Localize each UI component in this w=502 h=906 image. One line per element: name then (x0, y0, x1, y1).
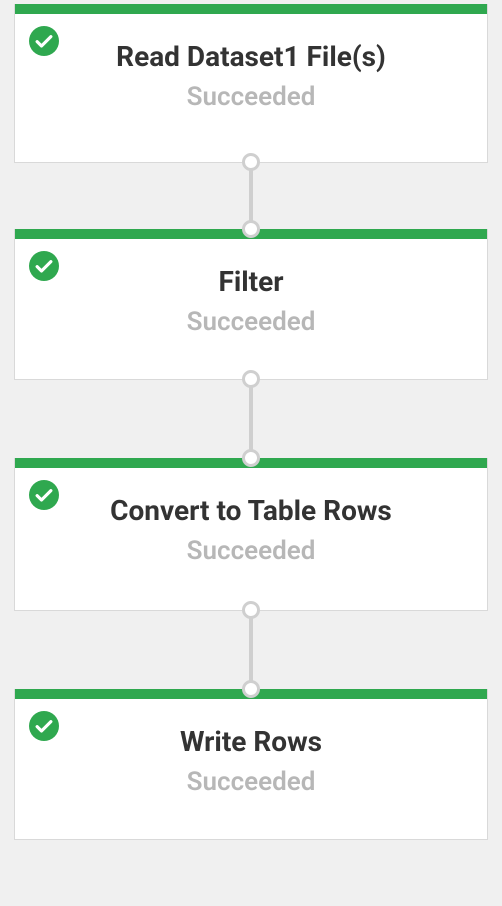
node-status-label: Succeeded (35, 767, 467, 797)
node-body: Read Dataset1 File(s) Succeeded (15, 14, 487, 162)
node-title: Write Rows (35, 725, 467, 759)
node-status-bar (15, 4, 487, 14)
node-output-port[interactable] (242, 370, 260, 388)
check-circle-icon (29, 26, 59, 56)
node-status-label: Succeeded (35, 82, 467, 112)
node-output-port[interactable] (242, 153, 260, 171)
node-body: Convert to Table Rows Succeeded (15, 468, 487, 610)
node-body: Write Rows Succeeded (15, 699, 487, 839)
node-title: Filter (35, 265, 467, 299)
pipeline-connector (249, 380, 253, 458)
check-circle-icon (29, 251, 59, 281)
node-input-port[interactable] (242, 220, 260, 238)
node-title: Read Dataset1 File(s) (35, 40, 467, 74)
pipeline-canvas: Read Dataset1 File(s) Succeeded Filter S… (0, 0, 502, 906)
node-title: Convert to Table Rows (35, 494, 467, 528)
pipeline-node[interactable]: Convert to Table Rows Succeeded (14, 458, 488, 611)
check-circle-icon (29, 480, 59, 510)
node-input-port[interactable] (242, 449, 260, 467)
pipeline-node[interactable]: Read Dataset1 File(s) Succeeded (14, 4, 488, 163)
node-status-label: Succeeded (35, 536, 467, 566)
pipeline-node[interactable]: Filter Succeeded (14, 229, 488, 380)
check-circle-icon (29, 711, 59, 741)
pipeline-node[interactable]: Write Rows Succeeded (14, 689, 488, 840)
node-input-port[interactable] (242, 680, 260, 698)
pipeline-connector (249, 611, 253, 689)
node-output-port[interactable] (242, 601, 260, 619)
node-status-label: Succeeded (35, 307, 467, 337)
node-body: Filter Succeeded (15, 239, 487, 379)
